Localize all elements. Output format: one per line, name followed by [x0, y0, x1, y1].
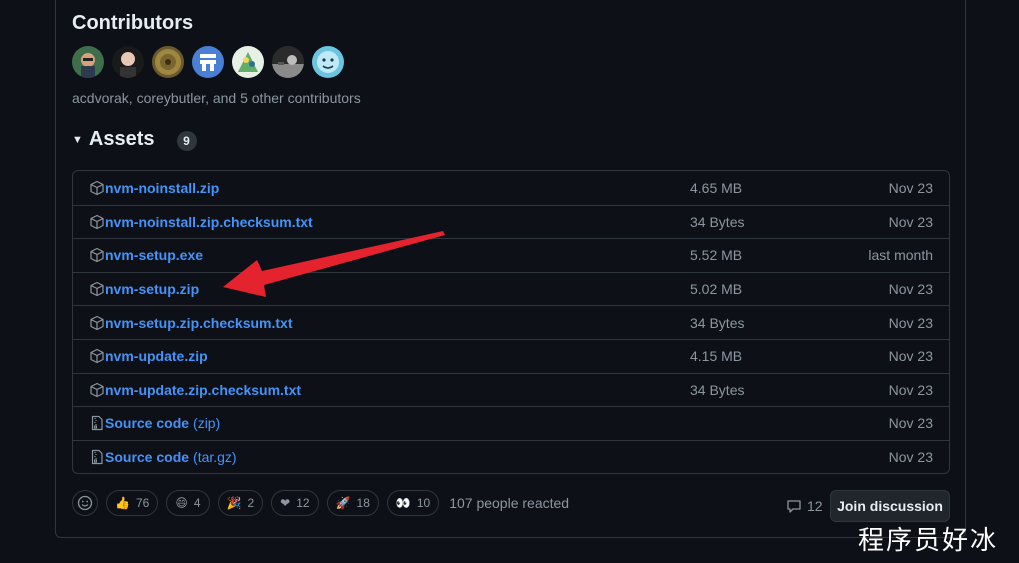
- reaction-emoji: 🚀: [335, 496, 351, 510]
- avatar[interactable]: [192, 46, 224, 78]
- asset-download-link[interactable]: nvm-update.zip.checksum.txt: [89, 382, 301, 398]
- package-icon: [90, 180, 104, 195]
- reaction-button[interactable]: ❤ 12: [271, 490, 319, 516]
- contributors-summary: acdvorak, coreybutler, and 5 other contr…: [72, 90, 361, 106]
- reaction-count: 10: [416, 496, 431, 510]
- reactions-bar: 👍 76 😄 4 🎉 2 ❤ 12 🚀 18 👀 10 107 people reacted: [72, 490, 569, 516]
- asset-download-link[interactable]: nvm-update.zip: [89, 348, 208, 364]
- reaction-button[interactable]: 😄 4: [166, 490, 210, 516]
- asset-row: Source code (tar.gz) Nov 23: [73, 439, 949, 474]
- asset-download-link[interactable]: nvm-setup.zip: [89, 281, 199, 297]
- avatar[interactable]: [152, 46, 184, 78]
- asset-date: last month: [868, 247, 933, 264]
- asset-date: Nov 23: [888, 415, 933, 432]
- asset-download-link[interactable]: nvm-setup.exe: [89, 247, 203, 263]
- smiley-icon: [77, 495, 93, 511]
- asset-date: Nov 23: [888, 179, 933, 196]
- reaction-list: 👍 76 😄 4 🎉 2 ❤ 12 🚀 18 👀 10: [106, 490, 440, 516]
- avatar[interactable]: [312, 46, 344, 78]
- reaction-button[interactable]: 👀 10: [386, 490, 440, 516]
- contributor-avatars: [72, 46, 344, 78]
- asset-date: Nov 23: [888, 381, 933, 398]
- asset-download-link[interactable]: Source code (tar.gz): [89, 449, 237, 465]
- comment-count[interactable]: 12: [786, 498, 823, 514]
- comment-icon: [787, 500, 801, 513]
- asset-name: Source code: [105, 415, 190, 432]
- assets-count-badge: 9: [176, 130, 197, 151]
- asset-name: nvm-setup.exe: [105, 247, 204, 264]
- reaction-count: 18: [356, 496, 370, 510]
- asset-name: Source code: [105, 449, 190, 466]
- asset-size: 5.02 MB: [690, 281, 743, 298]
- asset-row: nvm-setup.exe 5.52 MB last month: [73, 238, 949, 272]
- asset-size: 34 Bytes: [690, 381, 745, 398]
- add-reaction-button[interactable]: [72, 490, 98, 516]
- asset-name: nvm-setup.zip: [105, 281, 200, 298]
- asset-download-link[interactable]: nvm-noinstall.zip.checksum.txt: [89, 214, 313, 230]
- asset-row: nvm-setup.zip.checksum.txt 34 Bytes Nov 23: [73, 305, 949, 339]
- avatar[interactable]: [272, 46, 304, 78]
- reaction-count: 12: [296, 496, 310, 510]
- assets-toggle[interactable]: ▼ Assets 9: [72, 128, 197, 151]
- package-icon: [90, 315, 104, 330]
- package-icon: [90, 248, 104, 263]
- assets-heading: Assets: [88, 128, 155, 150]
- asset-size: 5.52 MB: [690, 247, 743, 264]
- contributors-heading: Contributors: [72, 12, 194, 34]
- asset-row: Source code (zip) Nov 23: [73, 406, 949, 440]
- package-icon: [90, 349, 104, 364]
- reaction-emoji: 🎉: [226, 496, 242, 510]
- reaction-count: 4: [193, 496, 201, 510]
- package-icon: [90, 281, 104, 297]
- assets-list: nvm-noinstall.zip 4.65 MB Nov 23 nvm-noinst…: [72, 170, 950, 475]
- avatar[interactable]: [112, 46, 144, 78]
- asset-date: Nov 23: [888, 213, 933, 230]
- reactions-summary: 107 people reacted: [449, 495, 570, 511]
- asset-format: (zip): [193, 415, 221, 432]
- file-zip-icon: [91, 416, 103, 431]
- reaction-emoji: 😄: [175, 496, 188, 510]
- watermark: 程序员好冰: [858, 526, 999, 556]
- file-zip-icon: [91, 449, 103, 465]
- asset-row: nvm-noinstall.zip.checksum.txt 34 Bytes No…: [73, 204, 949, 239]
- asset-size: 34 Bytes: [690, 314, 745, 331]
- asset-date: Nov 23: [888, 314, 933, 331]
- package-icon: [90, 214, 104, 229]
- asset-name: nvm-setup.zip.checksum.txt: [105, 314, 293, 331]
- reaction-button[interactable]: 🚀 18: [326, 490, 379, 516]
- asset-date: Nov 23: [888, 281, 933, 298]
- caret-down-icon: ▼: [72, 133, 83, 146]
- asset-name: nvm-update.zip.checksum.txt: [105, 381, 302, 398]
- asset-row: nvm-update.zip.checksum.txt 34 Bytes Nov 2…: [73, 372, 949, 407]
- asset-format: (tar.gz): [193, 449, 237, 466]
- asset-name: nvm-noinstall.zip.checksum.txt: [105, 213, 313, 230]
- join-discussion-button[interactable]: Join discussion: [830, 490, 950, 522]
- reaction-emoji: 👀: [395, 496, 411, 510]
- asset-name: nvm-update.zip: [105, 348, 208, 365]
- asset-download-link[interactable]: nvm-setup.zip.checksum.txt: [89, 315, 293, 331]
- asset-name: nvm-noinstall.zip: [105, 179, 220, 196]
- asset-size: 34 Bytes: [690, 213, 745, 230]
- asset-row: nvm-update.zip 4.15 MB Nov 23: [73, 338, 949, 373]
- reaction-button[interactable]: 👍 76: [106, 490, 159, 516]
- package-icon: [90, 382, 104, 397]
- reaction-emoji: ❤: [280, 496, 291, 510]
- comment-count-label: 12: [807, 498, 823, 514]
- reaction-count: 2: [247, 496, 255, 510]
- asset-row: nvm-noinstall.zip 4.65 MB Nov 23: [73, 171, 949, 205]
- reaction-emoji: 👍: [115, 496, 130, 510]
- asset-download-link[interactable]: Source code (zip): [89, 415, 220, 431]
- asset-date: Nov 23: [888, 348, 933, 365]
- avatar[interactable]: [72, 46, 104, 78]
- reaction-button[interactable]: 🎉 2: [217, 490, 264, 516]
- asset-download-link[interactable]: nvm-noinstall.zip: [89, 180, 219, 196]
- asset-size: 4.65 MB: [690, 179, 743, 196]
- asset-date: Nov 23: [888, 449, 933, 466]
- asset-row: nvm-setup.zip 5.02 MB Nov 23: [73, 271, 949, 306]
- reaction-count: 76: [135, 496, 150, 510]
- avatar[interactable]: [232, 46, 264, 78]
- asset-size: 4.15 MB: [690, 348, 743, 365]
